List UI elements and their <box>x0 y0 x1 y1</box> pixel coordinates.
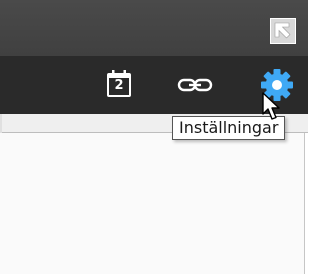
restore-window-button[interactable] <box>270 18 296 44</box>
restore-window-icon <box>274 22 291 39</box>
content-panel <box>0 133 305 274</box>
link-icon <box>177 78 213 92</box>
title-bar <box>0 0 308 56</box>
mouse-pointer-icon <box>262 92 280 120</box>
calendar-button[interactable]: 2 <box>96 56 142 114</box>
link-button[interactable] <box>172 56 218 114</box>
calendar-day-number: 2 <box>114 78 124 93</box>
